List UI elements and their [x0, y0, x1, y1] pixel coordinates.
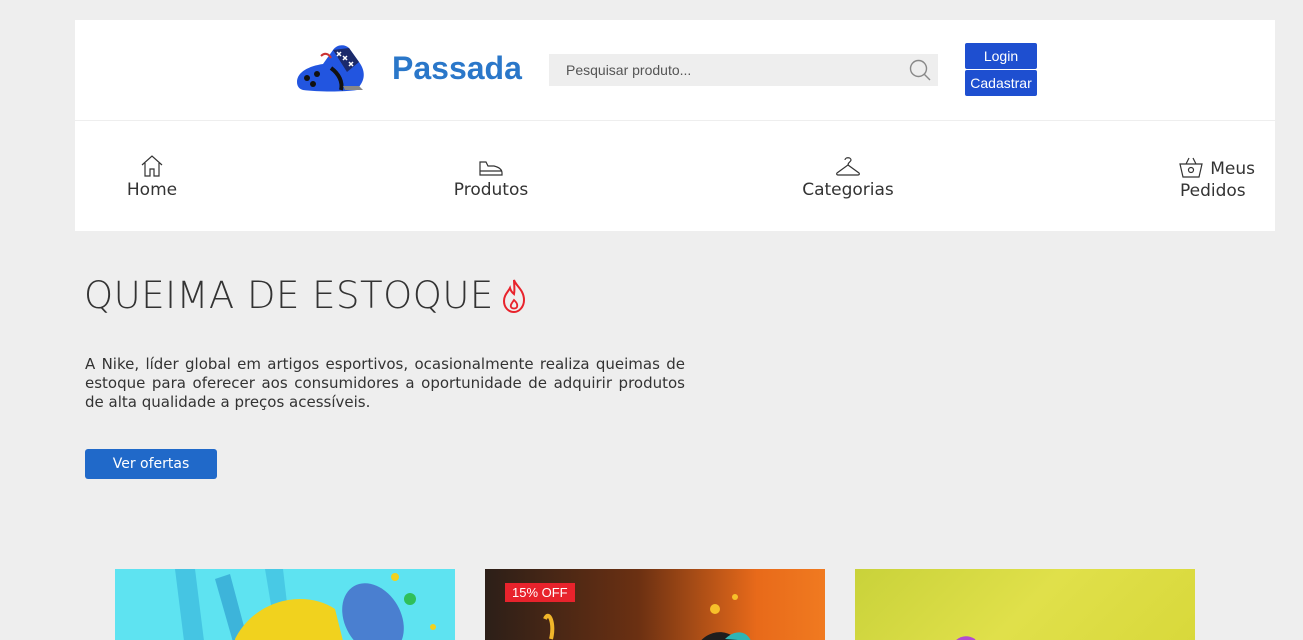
- login-button[interactable]: Login: [965, 43, 1037, 69]
- hero-title: QUEIMA DE ESTOQUE: [84, 274, 494, 317]
- signup-button[interactable]: Cadastrar: [965, 70, 1037, 96]
- orders-row: Meus: [1175, 157, 1255, 179]
- search-input[interactable]: [549, 54, 889, 86]
- nav-label-orders-line1: Meus: [1210, 159, 1255, 179]
- search-icon[interactable]: [908, 58, 932, 82]
- hero-description: A Nike, líder global em artigos esportiv…: [85, 355, 685, 411]
- cleat-shoe-icon[interactable]: [293, 42, 369, 94]
- main-nav: Home Produtos Categorias Meus Pedidos: [75, 121, 1275, 231]
- nav-item-categories[interactable]: Categorias: [802, 154, 894, 200]
- discount-badge: 15% OFF: [505, 583, 575, 602]
- shoe-icon: [479, 161, 503, 176]
- product-image: [956, 636, 976, 640]
- hanger-icon: [835, 157, 861, 176]
- nav-label-home: Home: [126, 180, 178, 200]
- nav-item-products[interactable]: Produtos: [451, 154, 531, 200]
- basket-icon: [1178, 157, 1203, 178]
- nav-item-home[interactable]: Home: [125, 154, 179, 200]
- product-card[interactable]: 15% OFF: [485, 569, 825, 640]
- product-card[interactable]: [115, 569, 455, 640]
- view-offers-button[interactable]: Ver ofertas: [85, 449, 217, 479]
- nav-label-products: Produtos: [453, 180, 529, 200]
- nav-item-orders[interactable]: Meus Pedidos: [1175, 157, 1255, 201]
- search-bar: [549, 54, 938, 86]
- product-card[interactable]: [855, 569, 1195, 640]
- fire-icon: [502, 279, 525, 313]
- nav-label-categories: Categorias: [802, 180, 894, 200]
- site-header: Passada Login Cadastrar: [75, 20, 1275, 120]
- product-image: [175, 569, 436, 640]
- brand-name[interactable]: Passada: [392, 50, 522, 87]
- hero-title-wrap: QUEIMA DE ESTOQUE: [84, 274, 528, 317]
- house-icon: [141, 155, 163, 177]
- product-image: [543, 594, 751, 640]
- nav-label-orders-line2: Pedidos: [1180, 181, 1246, 201]
